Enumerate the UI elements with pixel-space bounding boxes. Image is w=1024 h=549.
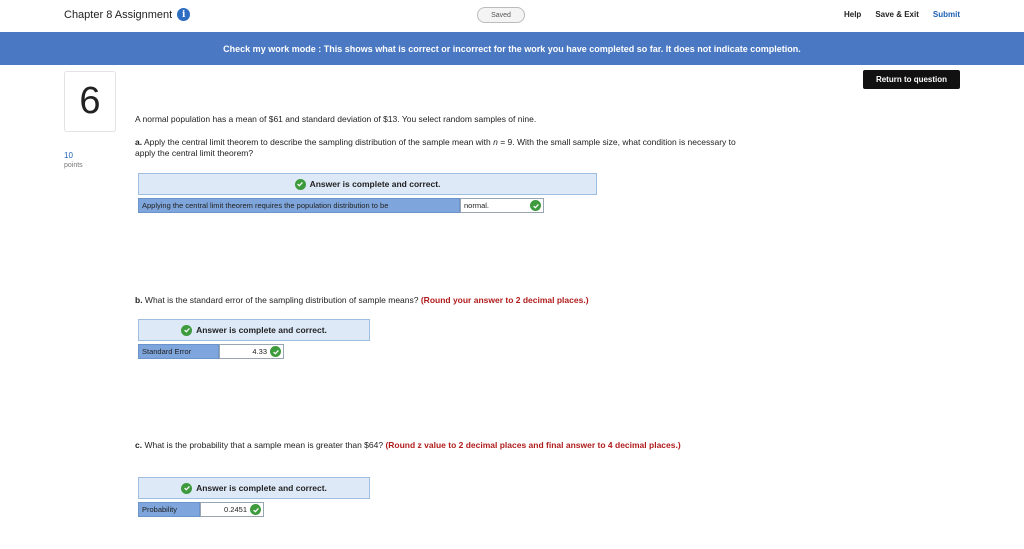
part-c-text: What is the probability that a sample me… [142,440,386,450]
save-exit-link[interactable]: Save & Exit [875,10,919,19]
part-b-text: What is the standard error of the sampli… [142,295,421,305]
check-circle-icon [250,504,261,515]
check-my-work-banner: Check my work mode : This shows what is … [0,32,1024,65]
assignment-title: Chapter 8 Assignment i [64,8,191,21]
part-b-prefix: b. [135,295,143,305]
part-a-answer-value: normal. [464,201,490,210]
part-c-answer-label: Probability [138,502,200,517]
check-circle-icon [530,200,541,211]
check-circle-icon [181,482,193,494]
part-c-answer-row: Probability 0.2451 [138,502,264,517]
part-a-answer-field[interactable]: normal. [460,198,544,213]
part-a-status-header: Answer is complete and correct. [138,173,597,195]
part-b-answer-field[interactable]: 4.33 [219,344,284,359]
question-number: 6 [64,71,116,132]
info-icon[interactable]: i [177,8,191,21]
part-b-answer-value: 4.33 [252,347,267,356]
part-b-answer-label: Standard Error [138,344,219,359]
help-link[interactable]: Help [844,10,861,19]
top-bar: Chapter 8 Assignment i Saved Help Save &… [0,0,1024,32]
part-c-status-text: Answer is complete and correct. [196,483,327,493]
points-value: 10 [64,151,73,160]
submit-link[interactable]: Submit [933,10,960,19]
part-a-status-text: Answer is complete and correct. [309,179,441,189]
part-c-answer-field[interactable]: 0.2451 [200,502,264,517]
part-b-prompt: b. What is the standard error of the sam… [135,295,589,305]
top-links: Help Save & Exit Submit [844,10,960,19]
part-a-text-1: Apply the central limit theorem to descr… [142,137,494,147]
question-stem: A normal population has a mean of $61 an… [135,114,537,124]
part-b-status-text: Answer is complete and correct. [196,325,327,335]
points-label: points [64,162,83,169]
part-c-instruction: (Round z value to 2 decimal places and f… [385,440,681,450]
part-b-status-header: Answer is complete and correct. [138,319,370,341]
part-a-prompt: a. Apply the central limit theorem to de… [135,137,745,159]
part-a-answer-label: Applying the central limit theorem requi… [138,198,460,213]
return-to-question-button[interactable]: Return to question [863,70,960,89]
part-c-status-header: Answer is complete and correct. [138,477,370,499]
part-b-instruction: (Round your answer to 2 decimal places.) [420,295,589,305]
part-a-answer-row: Applying the central limit theorem requi… [138,198,544,213]
part-c-answer-value: 0.2451 [224,505,247,514]
check-circle-icon [181,324,193,336]
saved-status-badge: Saved [477,7,525,23]
assignment-title-text: Chapter 8 Assignment [64,8,173,21]
part-b-answer-row: Standard Error 4.33 [138,344,284,359]
check-circle-icon [294,178,306,190]
part-c-prompt: c. What is the probability that a sample… [135,440,745,451]
check-circle-icon [270,346,281,357]
